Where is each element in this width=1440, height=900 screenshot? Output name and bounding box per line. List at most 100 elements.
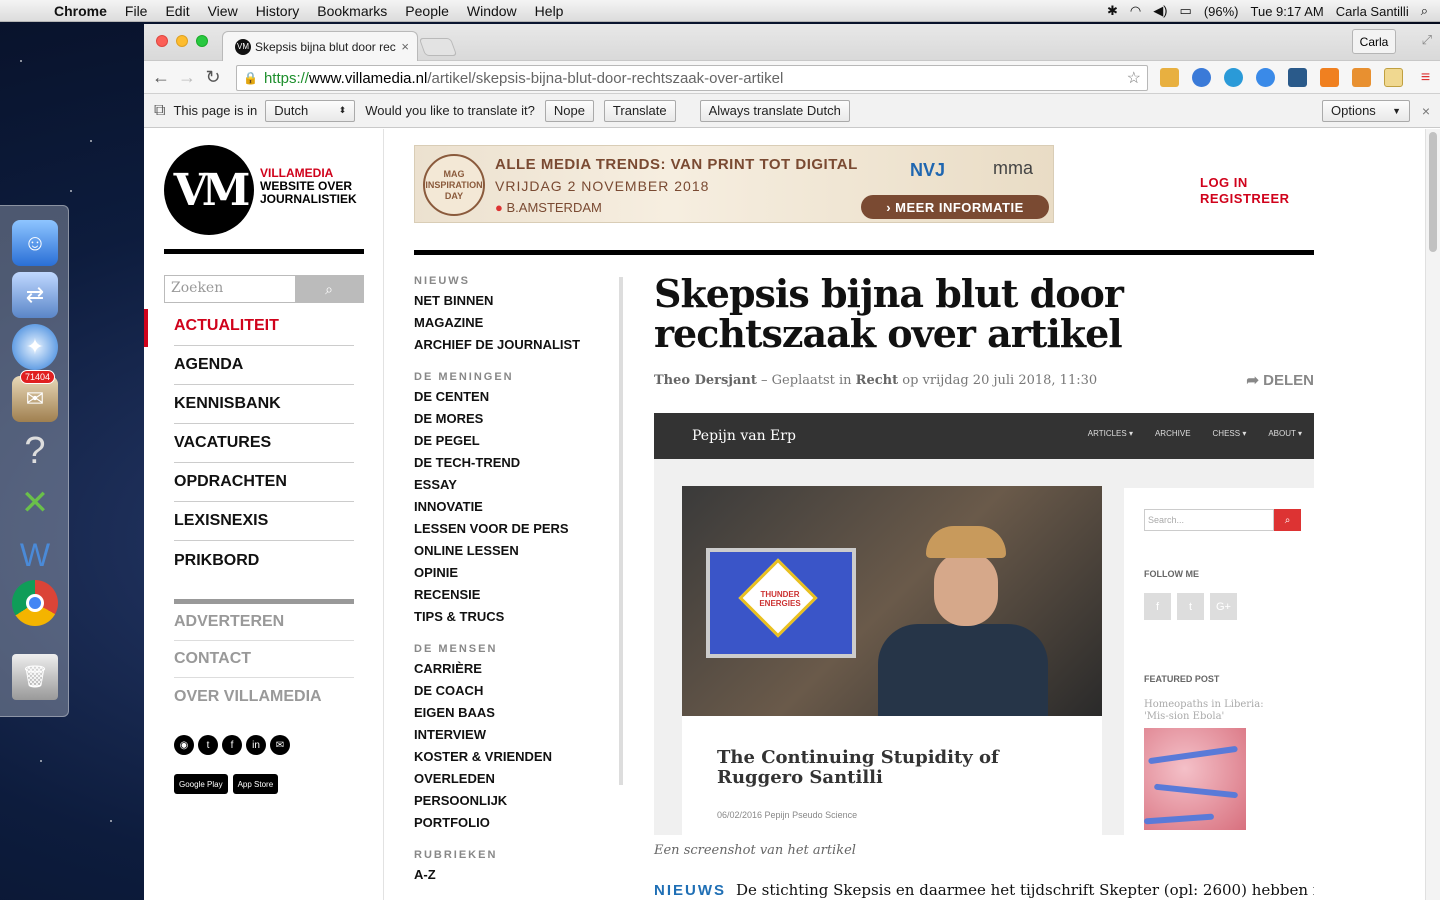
section-link[interactable]: LESSEN VOOR DE PERS <box>414 517 614 539</box>
extension-notes-icon[interactable] <box>1384 68 1403 87</box>
lead-tag[interactable]: NIEUWS <box>654 882 726 899</box>
section-link[interactable]: ARCHIEF DE JOURNALIST <box>414 333 614 355</box>
section-link[interactable]: KOSTER & VRIENDEN <box>414 745 614 767</box>
nav-agenda[interactable]: AGENDA <box>174 346 354 385</box>
menu-edit[interactable]: Edit <box>165 3 189 19</box>
section-link[interactable]: DE TECH-TREND <box>414 451 614 473</box>
reload-icon[interactable]: ↻ <box>200 67 226 88</box>
section-link[interactable]: ESSAY <box>414 473 614 495</box>
section-link[interactable]: ONLINE LESSEN <box>414 539 614 561</box>
zoom-window-button[interactable] <box>196 35 208 47</box>
chrome-menu-icon[interactable]: ≡ <box>1416 68 1435 87</box>
chrome-icon[interactable] <box>12 580 58 626</box>
battery-icon[interactable]: ▭ <box>1180 3 1192 19</box>
wifi-icon[interactable]: ◠ <box>1130 3 1141 19</box>
extension-folder-icon[interactable] <box>1160 68 1179 87</box>
tab-active[interactable]: VM Skepsis bijna blut door rec × <box>222 31 418 61</box>
nav-lexisnexis[interactable]: LEXISNEXIS <box>174 502 354 541</box>
section-link[interactable]: EIGEN BAAS <box>414 701 614 723</box>
google-play-badge[interactable]: Google Play <box>174 774 228 794</box>
section-link[interactable]: DE PEGEL <box>414 429 614 451</box>
menu-bookmarks[interactable]: Bookmarks <box>317 3 387 19</box>
menu-people[interactable]: People <box>405 3 449 19</box>
search-input[interactable]: Zoeken <box>165 276 295 302</box>
section-link[interactable]: DE COACH <box>414 679 614 701</box>
share-button[interactable]: ➦ DELEN <box>1246 371 1314 389</box>
nav-vacatures[interactable]: VACATURES <box>174 424 354 463</box>
facebook-icon[interactable]: f <box>222 735 242 755</box>
spotlight-icon[interactable]: ⌕ <box>1421 3 1428 19</box>
fullscreen-icon[interactable]: ⤢ <box>1422 32 1432 48</box>
ad-banner[interactable]: MAG INSPIRATION DAY ALLE MEDIA TRENDS: V… <box>414 145 1054 223</box>
lock-icon[interactable]: 🔒 <box>243 71 258 85</box>
always-translate-button[interactable]: Always translate Dutch <box>699 99 850 122</box>
article-author[interactable]: Theo Dersjant <box>654 373 757 388</box>
mail-icon[interactable]: ✉ 71404 <box>12 370 58 422</box>
article-category[interactable]: Recht <box>856 373 898 388</box>
section-link[interactable]: DE MORES <box>414 407 614 429</box>
bluetooth-icon[interactable]: ✱ <box>1107 3 1118 19</box>
register-link[interactable]: REGISTREER <box>1200 191 1290 207</box>
section-link[interactable]: CARRIÈRE <box>414 657 614 679</box>
translate-button[interactable]: Translate <box>603 99 676 122</box>
menu-window[interactable]: Window <box>467 3 517 19</box>
migration-icon[interactable]: ⇄ <box>12 272 58 318</box>
app-x-icon[interactable]: ✕ <box>12 480 58 526</box>
close-window-button[interactable] <box>156 35 168 47</box>
email-icon[interactable]: ✉ <box>270 735 290 755</box>
linkedin-icon[interactable]: in <box>246 735 266 755</box>
menu-user[interactable]: Carla Santilli <box>1336 4 1409 19</box>
menu-help[interactable]: Help <box>535 3 564 19</box>
section-link[interactable]: A-Z <box>414 863 614 885</box>
app-store-badge[interactable]: App Store <box>232 774 279 794</box>
safari-icon[interactable]: ✦ <box>12 324 58 370</box>
nope-button[interactable]: Nope <box>544 99 594 122</box>
options-dropdown[interactable]: Options ▼ <box>1322 99 1410 122</box>
nav-contact[interactable]: CONTACT <box>174 641 354 678</box>
nav-over-villamedia[interactable]: OVER VILLAMEDIA <box>174 678 354 715</box>
minimize-window-button[interactable] <box>176 35 188 47</box>
new-tab-button[interactable] <box>418 38 458 56</box>
bookmark-star-icon[interactable]: ☆ <box>1127 68 1141 88</box>
extension-refresh-icon[interactable] <box>1256 68 1275 87</box>
menu-file[interactable]: File <box>125 3 148 19</box>
login-link[interactable]: LOG IN <box>1200 175 1290 191</box>
section-link[interactable]: MAGAZINE <box>414 311 614 333</box>
section-link[interactable]: INTERVIEW <box>414 723 614 745</box>
menu-app-name[interactable]: Chrome <box>54 3 107 19</box>
address-bar[interactable]: 🔒 https:// www.villamedia.nl /artikel/sk… <box>236 65 1148 91</box>
menu-view[interactable]: View <box>208 3 238 19</box>
nav-kennisbank[interactable]: KENNISBANK <box>174 385 354 424</box>
banner-cta-button[interactable]: › MEER INFORMATIE <box>861 195 1049 219</box>
nav-actualiteit[interactable]: ACTUALITEIT <box>174 307 354 346</box>
section-link[interactable]: PORTFOLIO <box>414 811 614 833</box>
scrollbar-thumb[interactable] <box>1429 132 1437 252</box>
extension-clipboard-icon[interactable] <box>1352 68 1371 87</box>
trash-icon[interactable]: 🗑 <box>12 654 58 700</box>
section-link[interactable]: OPINIE <box>414 561 614 583</box>
extension-sync-icon[interactable] <box>1192 68 1211 87</box>
section-link[interactable]: TIPS & TRUCS <box>414 605 614 627</box>
extension-a-icon[interactable] <box>1320 68 1339 87</box>
rss-icon[interactable]: ◉ <box>174 735 194 755</box>
help-icon[interactable]: ? <box>12 428 58 474</box>
search-button[interactable]: ⌕ <box>295 276 363 302</box>
nav-opdrachten[interactable]: OPDRACHTEN <box>174 463 354 502</box>
section-link[interactable]: PERSOONLIJK <box>414 789 614 811</box>
section-link[interactable]: OVERLEDEN <box>414 767 614 789</box>
infobar-close-icon[interactable]: × <box>1422 103 1430 119</box>
menu-history[interactable]: History <box>256 3 300 19</box>
twitter-icon[interactable]: t <box>198 735 218 755</box>
back-icon[interactable]: ← <box>148 67 174 88</box>
extension-screen-icon[interactable] <box>1288 68 1307 87</box>
section-nav-scrollbar[interactable] <box>619 277 623 785</box>
profile-button[interactable]: Carla <box>1352 29 1396 54</box>
nav-adverteren[interactable]: ADVERTEREN <box>174 604 354 641</box>
section-link[interactable]: INNOVATIE <box>414 495 614 517</box>
tab-close-icon[interactable]: × <box>401 39 409 54</box>
menu-clock[interactable]: Tue 9:17 AM <box>1251 4 1324 19</box>
section-link[interactable]: DE CENTEN <box>414 385 614 407</box>
extension-search-icon[interactable] <box>1224 68 1243 87</box>
villamedia-logo[interactable]: VM <box>164 145 254 235</box>
language-select[interactable]: Dutch ⬍ <box>265 99 356 122</box>
